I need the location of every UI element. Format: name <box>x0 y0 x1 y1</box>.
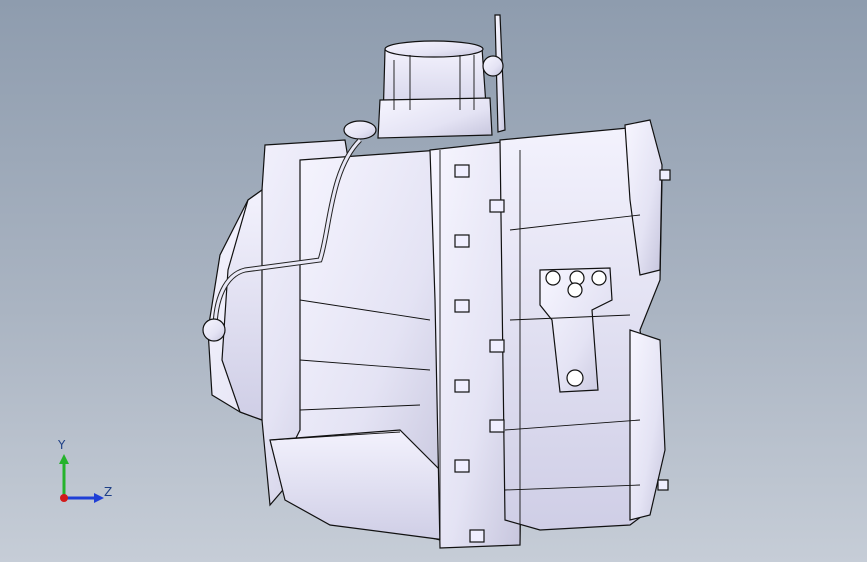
flange-bolt <box>657 479 669 491</box>
flange-bolt <box>454 164 470 178</box>
transmission-assembly-model[interactable] <box>0 0 867 562</box>
flange-bolt <box>489 199 505 213</box>
tube-fitting <box>202 318 226 342</box>
top-cylinder-cap <box>384 40 484 58</box>
flange-bolt <box>489 419 505 433</box>
flange-bolt <box>489 339 505 353</box>
coordinate-triad: Y Z <box>50 438 120 510</box>
flange-bolt <box>454 234 470 248</box>
flange-bolt <box>454 299 470 313</box>
bracket-hole <box>566 369 584 387</box>
z-axis-arrowhead <box>94 493 104 503</box>
z-axis-label: Z <box>104 485 113 499</box>
flange-bolt <box>659 169 671 181</box>
dipstick-nut <box>482 55 504 77</box>
fill-cap <box>343 120 377 140</box>
y-axis-arrowhead <box>59 454 69 464</box>
bracket-hole <box>545 270 561 286</box>
y-axis-label: Y <box>58 438 66 452</box>
x-axis-origin <box>60 494 68 502</box>
flange-bolt <box>454 379 470 393</box>
graphics-viewport[interactable]: Y Z <box>0 0 867 562</box>
bracket-hole <box>591 270 607 286</box>
flange-bolt <box>469 529 485 543</box>
top-cylinder-base <box>377 97 493 139</box>
flange-bolt <box>454 459 470 473</box>
end-cover-lower <box>629 329 666 521</box>
bracket-hole <box>567 282 583 298</box>
